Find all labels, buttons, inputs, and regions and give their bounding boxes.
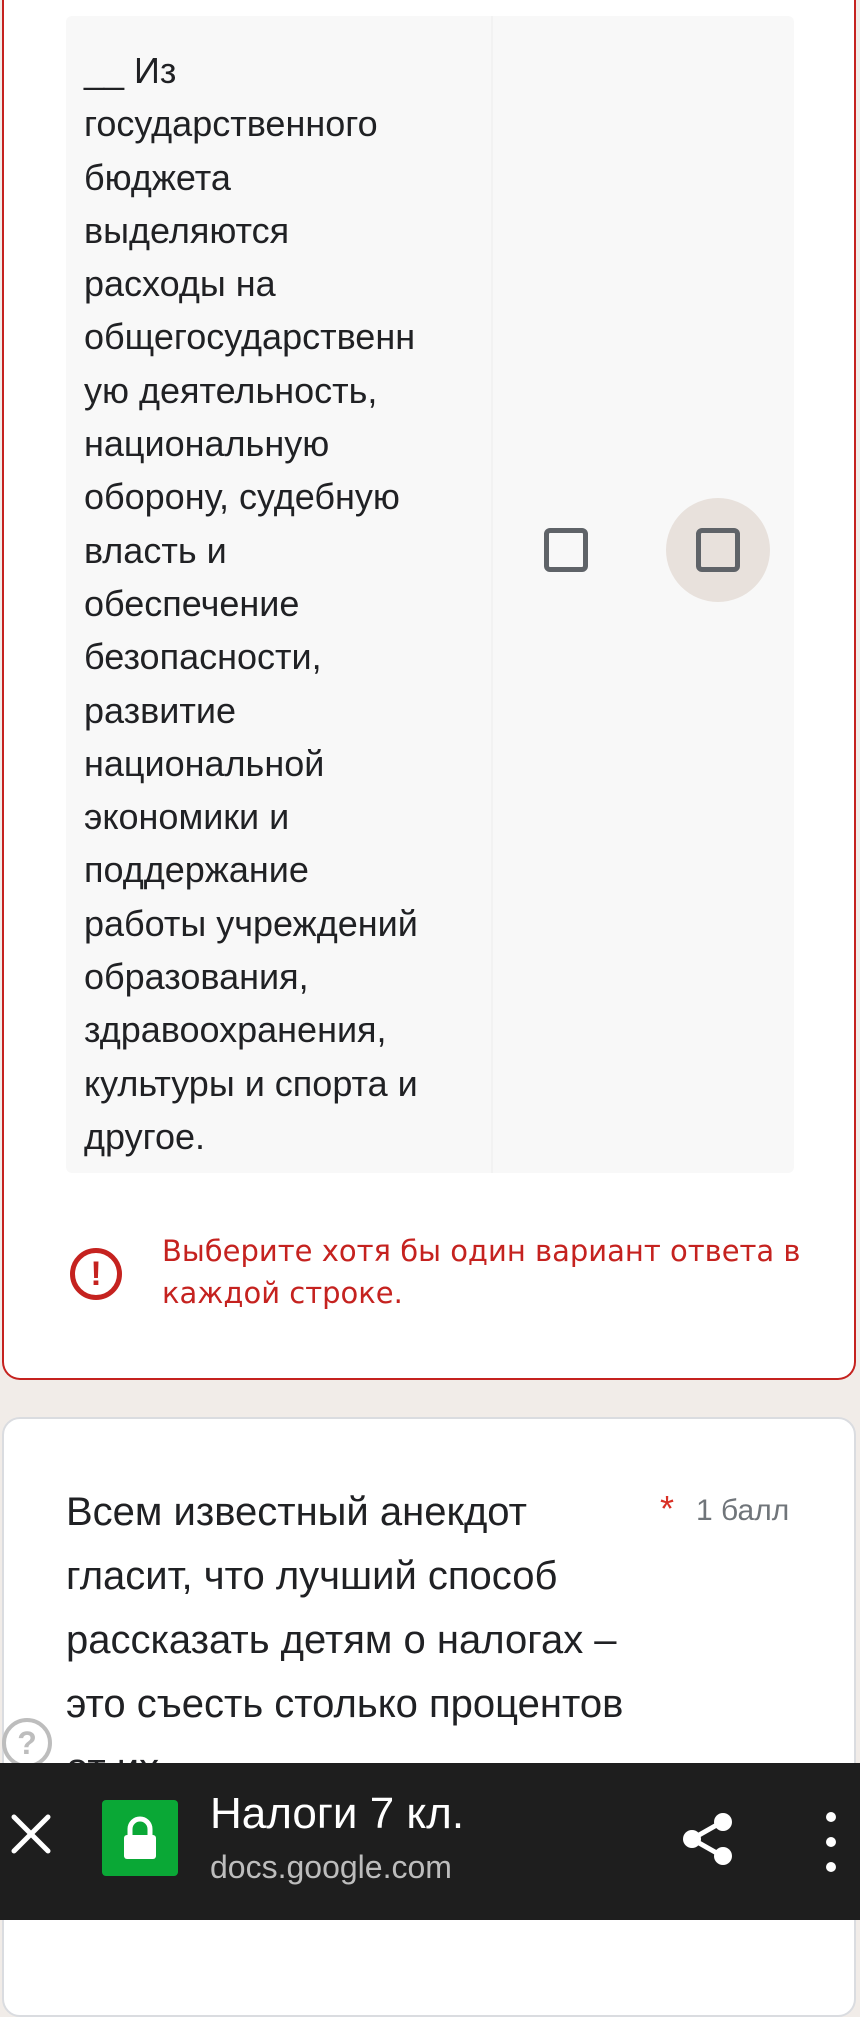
help-icon[interactable]: ? (2, 1718, 52, 1768)
error-text: Выберите хотя бы один вариант ответа в к… (162, 1234, 801, 1310)
checkbox-box[interactable] (696, 528, 740, 572)
validation-error: ! Выберите хотя бы один вариант ответа в… (66, 1230, 806, 1320)
grid-separator (68, 0, 794, 16)
required-asterisk: * (660, 1488, 675, 1529)
points-label: 1 балл (696, 1494, 790, 1527)
error-icon: ! (70, 1248, 122, 1300)
close-icon[interactable] (6, 1809, 56, 1859)
share-icon[interactable] (678, 1809, 738, 1869)
grid-column-divider (491, 16, 493, 1173)
custom-tab-toolbar: Налоги 7 кл. docs.google.com (0, 1763, 860, 1920)
checkbox-box[interactable] (544, 528, 588, 572)
question-title: Всем известный анекдот гласит, что лучши… (66, 1490, 624, 1790)
lock-icon[interactable] (102, 1800, 178, 1876)
page-title: Налоги 7 кл. (210, 1789, 465, 1838)
page-url: docs.google.com (210, 1849, 452, 1885)
grid-checkbox-col2[interactable] (666, 498, 770, 602)
more-vert-icon[interactable] (818, 1807, 844, 1877)
grid-checkbox-col1[interactable] (514, 498, 618, 602)
grid-row: __ Из государственного бюджета выделяютс… (66, 16, 794, 1173)
row-label: __ Из государственного бюджета выделяютс… (84, 50, 418, 1157)
